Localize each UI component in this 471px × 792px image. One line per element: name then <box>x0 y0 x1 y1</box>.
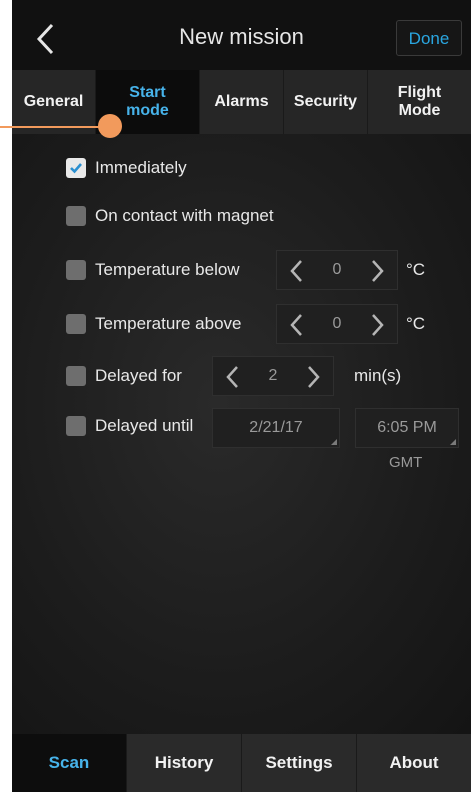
tab-bar: General Start mode Alarms Security Fligh… <box>12 70 471 134</box>
increment-chevron-right-icon[interactable] <box>367 259 387 283</box>
immediately-checkbox[interactable] <box>66 158 86 178</box>
nav-about[interactable]: About <box>357 734 471 792</box>
timezone-label: GMT <box>389 454 423 471</box>
tab-general[interactable]: General <box>12 70 96 134</box>
nav-scan[interactable]: Scan <box>12 734 127 792</box>
nav-settings[interactable]: Settings <box>242 734 357 792</box>
date-picker[interactable]: 2/21/17 <box>212 408 340 448</box>
tab-security[interactable]: Security <box>284 70 368 134</box>
time-picker[interactable]: 6:05 PM <box>355 408 459 448</box>
temp-below-checkbox[interactable] <box>66 260 86 280</box>
delayed-until-checkbox[interactable] <box>66 416 86 436</box>
temp-above-label: Temperature above <box>95 314 242 333</box>
delayed-for-checkbox[interactable] <box>66 366 86 386</box>
tab-alarms[interactable]: Alarms <box>200 70 284 134</box>
delayed-for-stepper: 2 <box>212 356 334 396</box>
nav-history[interactable]: History <box>127 734 242 792</box>
increment-chevron-right-icon[interactable] <box>367 313 387 337</box>
magnet-label: On contact with magnet <box>95 206 274 225</box>
delayed-for-unit: min(s) <box>354 366 402 385</box>
dropdown-corner-icon <box>450 439 456 445</box>
dropdown-corner-icon <box>331 439 337 445</box>
delayed-until-label: Delayed until <box>95 416 194 435</box>
start-mode-panel: Immediately On contact with magnet Tempe… <box>12 134 471 734</box>
temp-below-label: Temperature below <box>95 260 240 279</box>
bottom-nav: Scan History Settings About <box>12 734 471 792</box>
tab-flight-mode[interactable]: Flight Mode <box>368 70 471 134</box>
callout-dot <box>98 114 122 138</box>
phone-screen: New mission Done General Start mode Alar… <box>12 0 471 792</box>
header-bar: New mission Done <box>12 0 471 80</box>
magnet-checkbox[interactable] <box>66 206 86 226</box>
temp-above-checkbox[interactable] <box>66 314 86 334</box>
delayed-for-label: Delayed for <box>95 366 182 385</box>
temp-above-stepper: 0 <box>276 304 398 344</box>
increment-chevron-right-icon[interactable] <box>303 365 323 389</box>
checkmark-icon <box>70 163 82 174</box>
done-button[interactable]: Done <box>396 20 462 56</box>
temp-above-unit: °C <box>406 314 426 333</box>
time-value: 6:05 PM <box>377 419 437 436</box>
temp-below-unit: °C <box>406 260 426 279</box>
immediately-label: Immediately <box>95 158 187 177</box>
callout-line <box>0 126 110 128</box>
date-value: 2/21/17 <box>249 419 303 436</box>
temp-below-stepper: 0 <box>276 250 398 290</box>
